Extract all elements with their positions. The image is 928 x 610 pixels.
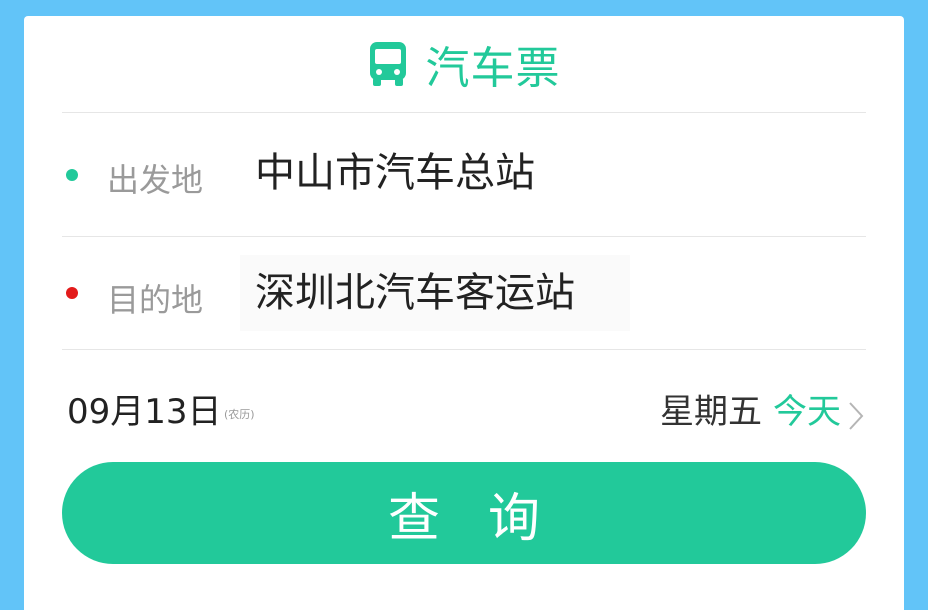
- destination-dot-icon: [66, 287, 78, 299]
- origin-station-field[interactable]: 中山市汽车总站: [240, 135, 770, 211]
- weekday-label: 星期五: [660, 392, 762, 432]
- departure-date: 09月13日: [67, 392, 222, 432]
- header: 汽车票: [62, 16, 866, 113]
- destination-label: 目的地: [107, 281, 204, 319]
- origin-dot-icon: [66, 169, 78, 181]
- destination-row[interactable]: 目的地 深圳北汽车客运站: [62, 237, 866, 350]
- lunar-calendar-label: (农历): [224, 408, 255, 421]
- origin-label: 出发地: [107, 161, 204, 199]
- today-label: 今天: [773, 392, 841, 432]
- ticket-search-card: 汽车票 出发地 中山市汽车总站 目的地 深圳北汽车客运站 09月13日 (农历)…: [24, 16, 904, 610]
- origin-row[interactable]: 出发地 中山市汽车总站: [62, 113, 866, 237]
- search-button[interactable]: 查询: [62, 462, 866, 564]
- bus-icon: [369, 42, 406, 86]
- chevron-right-icon[interactable]: [848, 401, 864, 431]
- page-title: 汽车票: [425, 43, 561, 94]
- destination-station-field[interactable]: 深圳北汽车客运站: [240, 255, 630, 331]
- date-selector[interactable]: 09月13日 (农历) 星期五 今天: [62, 350, 866, 460]
